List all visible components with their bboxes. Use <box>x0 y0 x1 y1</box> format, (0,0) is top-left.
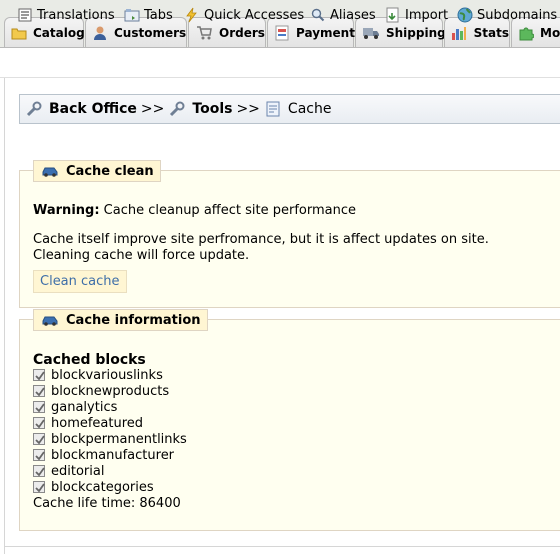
puzzle-icon <box>518 25 534 41</box>
tab-label: Catalog <box>33 26 85 40</box>
cached-block-label: blockmanufacturer <box>51 447 175 463</box>
submenu-item-quick-accesses[interactable]: Quick Accesses <box>184 6 304 24</box>
checkbox-checked-icon[interactable] <box>33 449 45 461</box>
clean-cache-button[interactable]: Clean cache <box>33 270 127 293</box>
lightning-icon <box>184 7 200 23</box>
checkbox-checked-icon[interactable] <box>33 369 45 381</box>
cached-block-item: blockcategories <box>33 479 154 495</box>
submenu-label: Translations <box>37 7 115 23</box>
legend-title: Cache clean <box>66 163 154 179</box>
chart-icon <box>451 25 468 41</box>
cached-block-label: blockvariouslinks <box>51 367 163 383</box>
translations-icon <box>17 7 33 23</box>
legend-title: Cache information <box>66 312 201 328</box>
checkbox-checked-icon[interactable] <box>33 385 45 397</box>
globe-icon <box>457 7 473 23</box>
submenu-item-translations[interactable]: Translations <box>17 6 115 24</box>
cached-block-item: editorial <box>33 463 104 479</box>
checkbox-checked-icon[interactable] <box>33 481 45 493</box>
cache-description-line2: Cleaning cache will force update. <box>33 248 250 263</box>
breadcrumb-tools[interactable]: Tools <box>192 101 232 117</box>
submenu-label: Import <box>405 7 449 23</box>
car-icon <box>40 313 60 327</box>
page-icon <box>264 100 282 118</box>
customers-icon <box>92 25 108 41</box>
breadcrumb: Back Office >> Tools >> Cache <box>19 94 560 124</box>
submenu-label: Tabs <box>144 7 173 23</box>
magnifier-icon <box>310 7 326 23</box>
tools-submenu <box>0 48 560 78</box>
content-border <box>4 78 5 554</box>
breadcrumb-separator: >> <box>140 101 165 117</box>
submenu-label: Quick Accesses <box>204 7 305 23</box>
cached-block-item: blockpermanentlinks <box>33 431 187 447</box>
tab-label: Stats <box>473 26 509 40</box>
warning-label: Warning: <box>33 203 100 218</box>
cart-icon <box>195 25 213 41</box>
tab-label: Mo <box>540 26 560 40</box>
cached-block-label: blockpermanentlinks <box>51 431 187 447</box>
content-bottom-border <box>4 546 560 547</box>
tab-label: Payment <box>296 26 355 40</box>
life-time-value: 86400 <box>139 496 181 511</box>
cached-blocks-heading: Cached blocks <box>33 352 146 368</box>
truck-icon <box>362 25 380 41</box>
submenu-label: Aliases <box>330 7 376 23</box>
tabs-icon <box>124 7 140 23</box>
cached-block-item: homefeatured <box>33 415 143 431</box>
cache-description-line1: Cache itself improve site perfromance, b… <box>33 232 489 247</box>
checkbox-checked-icon[interactable] <box>33 401 45 413</box>
life-time-label: Cache life time: <box>33 496 136 511</box>
submenu-item-subdomains[interactable]: Subdomains <box>457 6 557 24</box>
tab-label: Customers <box>114 26 187 40</box>
import-icon <box>385 7 401 23</box>
breadcrumb-current: Cache <box>287 101 332 117</box>
wrench-icon <box>168 100 186 118</box>
cached-block-item: blocknewproducts <box>33 383 169 399</box>
checkbox-checked-icon[interactable] <box>33 433 45 445</box>
cached-block-item: blockmanufacturer <box>33 447 174 463</box>
warning-line: Warning: Cache cleanup affect site perfo… <box>33 203 356 219</box>
payment-icon <box>274 25 290 41</box>
cache-info-legend: Cache information <box>33 309 208 331</box>
checkbox-checked-icon[interactable] <box>33 417 45 429</box>
submenu-item-tabs[interactable]: Tabs <box>124 6 173 24</box>
cached-block-label: homefeatured <box>51 415 144 431</box>
breadcrumb-separator: >> <box>236 101 260 117</box>
breadcrumb-back-office[interactable]: Back Office <box>49 101 137 117</box>
cached-block-item: blockvariouslinks <box>33 367 163 383</box>
warning-text: Cache cleanup affect site performance <box>103 203 356 218</box>
cache-life-time: Cache life time: 86400 <box>33 496 181 512</box>
submenu-item-import[interactable]: Import <box>385 6 448 24</box>
cached-block-label: editorial <box>51 463 105 479</box>
submenu-label: Subdomains <box>477 7 558 23</box>
cached-block-label: blockcategories <box>51 479 154 495</box>
submenu-item-aliases[interactable]: Aliases <box>310 6 376 24</box>
cached-block-label: ganalytics <box>51 399 118 415</box>
cache-clean-legend: Cache clean <box>33 160 161 182</box>
cached-block-item: ganalytics <box>33 399 117 415</box>
folder-icon <box>11 25 27 41</box>
tab-label: Shipping <box>386 26 446 40</box>
checkbox-checked-icon[interactable] <box>33 465 45 477</box>
wrench-icon <box>25 100 43 118</box>
car-icon <box>40 164 60 178</box>
tab-label: Orders <box>219 26 265 40</box>
cached-block-label: blocknewproducts <box>51 383 170 399</box>
